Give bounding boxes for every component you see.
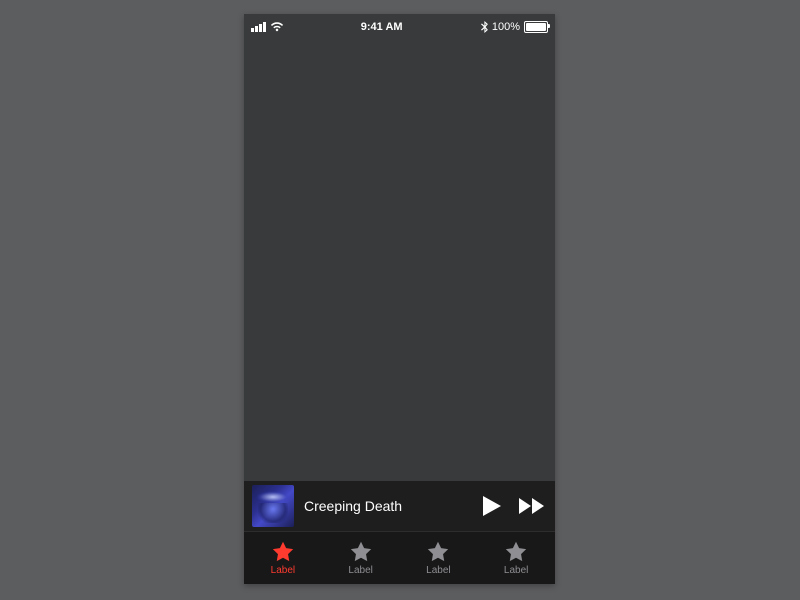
tab-item-3[interactable]: Label xyxy=(400,532,478,584)
star-icon xyxy=(272,541,294,563)
battery-percentage: 100% xyxy=(492,21,520,33)
album-art[interactable] xyxy=(252,485,294,527)
status-left xyxy=(251,21,283,34)
fast-forward-icon[interactable] xyxy=(519,498,545,514)
tab-item-1[interactable]: Label xyxy=(244,532,322,584)
tab-label: Label xyxy=(348,565,372,576)
tab-label: Label xyxy=(426,565,450,576)
tab-bar: Label Label Label Label xyxy=(244,532,555,584)
cellular-signal-icon xyxy=(251,22,266,32)
battery-icon xyxy=(524,21,548,33)
star-icon xyxy=(505,541,527,563)
playback-controls xyxy=(483,496,545,516)
star-icon xyxy=(350,541,372,563)
tab-item-4[interactable]: Label xyxy=(477,532,555,584)
tab-label: Label xyxy=(504,565,528,576)
bluetooth-icon xyxy=(481,21,488,33)
phone-frame: 9:41 AM 100% Creeping Death xyxy=(244,14,555,584)
tab-item-2[interactable]: Label xyxy=(322,532,400,584)
track-title: Creeping Death xyxy=(304,498,473,514)
wifi-icon xyxy=(270,21,283,34)
status-right: 100% xyxy=(481,21,548,33)
main-content xyxy=(244,36,555,481)
tab-label: Label xyxy=(271,565,295,576)
play-icon[interactable] xyxy=(483,496,501,516)
star-icon xyxy=(427,541,449,563)
status-time: 9:41 AM xyxy=(361,21,403,33)
status-bar: 9:41 AM 100% xyxy=(244,14,555,36)
now-playing-bar[interactable]: Creeping Death xyxy=(244,481,555,532)
